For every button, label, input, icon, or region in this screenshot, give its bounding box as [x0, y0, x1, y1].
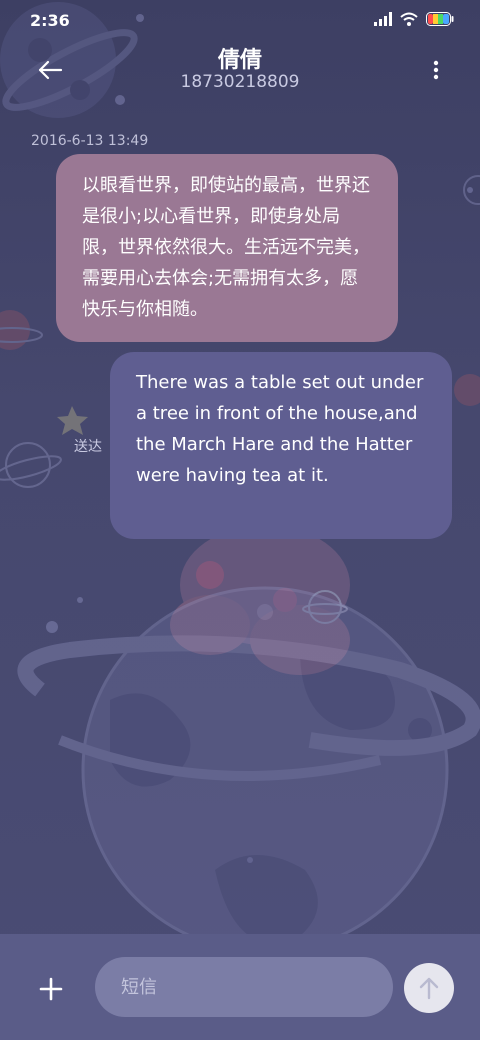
add-attachment-button[interactable]	[36, 974, 66, 1004]
more-options-button[interactable]	[428, 56, 444, 84]
arrow-up-icon	[419, 977, 439, 1000]
outgoing-message-bubble[interactable]: There was a table set out under a tree i…	[110, 352, 452, 539]
send-button[interactable]	[404, 963, 454, 1013]
contact-name: 倩倩	[217, 48, 262, 73]
wifi-icon	[400, 12, 418, 26]
plus-icon	[39, 977, 63, 1001]
message-input[interactable]	[95, 957, 393, 1017]
signal-icon	[374, 12, 392, 26]
message-text: There was a table set out under a tree i…	[136, 372, 424, 486]
conversation-header: 倩倩 18730218809	[0, 40, 480, 120]
composer-bar	[0, 934, 480, 1040]
message-input-container	[95, 957, 393, 1017]
incoming-message-bubble[interactable]: 以眼看世界，即使站的最高，世界还是很小;以心看世界，即使身处局限，世界依然很大。…	[56, 154, 398, 342]
battery-icon	[426, 12, 454, 26]
status-bar: 2:36	[0, 0, 480, 40]
delivery-status: 送达	[74, 439, 102, 455]
contact-phone: 18730218809	[180, 72, 300, 92]
more-vertical-icon	[433, 60, 439, 80]
message-timestamp: 2016-6-13 13:49	[31, 133, 149, 149]
message-text: 以眼看世界，即使站的最高，世界还是很小;以心看世界，即使身处局限，世界依然很大。…	[82, 175, 370, 320]
status-icons	[374, 12, 454, 26]
status-time: 2:36	[30, 11, 70, 30]
